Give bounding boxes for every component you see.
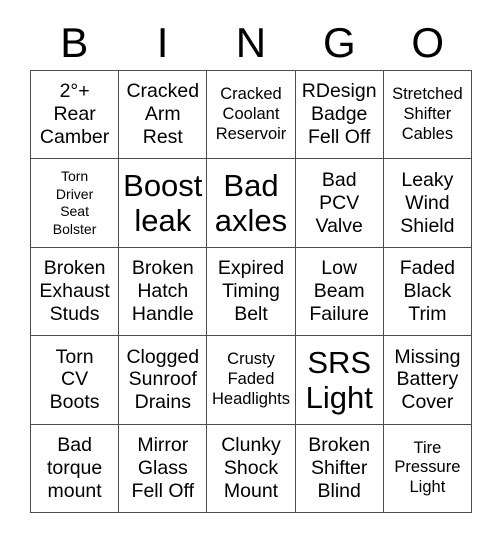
bingo-cell-b5[interactable]: Bad torque mount: [31, 424, 120, 513]
bingo-cell-label: RDesign Badge Fell Off: [301, 80, 377, 149]
header-letter-g: G: [323, 19, 356, 66]
bingo-cell-g2[interactable]: Bad PCV Valve: [295, 159, 384, 248]
bingo-cell-label: Boost leak: [123, 168, 203, 239]
bingo-cell-label: Broken Shifter Blind: [308, 434, 371, 502]
bingo-cell-n2[interactable]: Bad axles: [207, 159, 296, 248]
bingo-cell-o4[interactable]: Missing Battery Cover: [383, 336, 472, 425]
bingo-cell-b4[interactable]: Torn CV Boots: [31, 336, 120, 425]
bingo-cell-label: Bad axles: [214, 168, 288, 239]
bingo-cell-label: Broken Exhaust Studs: [39, 257, 110, 325]
bingo-cell-i2[interactable]: Boost leak: [119, 159, 208, 248]
bingo-cell-n5[interactable]: Clunky Shock Mount: [207, 424, 296, 513]
bingo-cell-label: Torn CV Boots: [49, 345, 100, 414]
bingo-cell-label: Leaky Wind Shield: [400, 168, 455, 237]
bingo-grid: 2°+ Rear Camber Cracked Arm Rest Cracked…: [30, 70, 472, 513]
bingo-cell-n1[interactable]: Cracked Coolant Reservoir: [207, 71, 296, 160]
header-letter-n: N: [235, 19, 267, 66]
bingo-cell-b3[interactable]: Broken Exhaust Studs: [31, 247, 120, 337]
bingo-header: B I N G O: [30, 16, 472, 70]
bingo-cell-g3[interactable]: Low Beam Failure: [295, 247, 384, 337]
bingo-cell-n4[interactable]: Crusty Faded Headlights: [207, 336, 296, 425]
bingo-cell-label: Low Beam Failure: [309, 257, 369, 325]
bingo-cell-b2[interactable]: Torn Driver Seat Bolster: [31, 159, 120, 248]
bingo-card: B I N G O 2°+ Rear Camber Cracked Arm Re…: [0, 0, 500, 544]
bingo-cell-n3[interactable]: Expired Timing Belt: [207, 247, 296, 337]
bingo-cell-label: Cracked Arm Rest: [126, 80, 200, 149]
bingo-cell-i1[interactable]: Cracked Arm Rest: [119, 71, 208, 160]
bingo-cell-label: Broken Hatch Handle: [131, 257, 194, 325]
bingo-cell-o3[interactable]: Faded Black Trim: [383, 247, 472, 337]
bingo-cell-i3[interactable]: Broken Hatch Handle: [119, 247, 208, 337]
bingo-cell-g1[interactable]: RDesign Badge Fell Off: [295, 71, 384, 160]
bingo-cell-label: Clunky Shock Mount: [221, 434, 281, 502]
bingo-cell-b1[interactable]: 2°+ Rear Camber: [31, 71, 120, 160]
bingo-cell-i5[interactable]: Mirror Glass Fell Off: [119, 424, 208, 513]
bingo-cell-label: Clogged Sunroof Drains: [126, 345, 200, 414]
bingo-cell-label: Bad PCV Valve: [315, 168, 363, 237]
bingo-cell-label: Stretched Shifter Cables: [392, 85, 463, 143]
bingo-cell-o2[interactable]: Leaky Wind Shield: [383, 159, 472, 248]
bingo-cell-label: Crusty Faded Headlights: [212, 350, 290, 408]
bingo-cell-g4[interactable]: SRS Light: [295, 336, 384, 425]
header-letter-o: O: [411, 19, 445, 66]
bingo-cell-o1[interactable]: Stretched Shifter Cables: [383, 71, 472, 160]
bingo-cell-label: Mirror Glass Fell Off: [131, 434, 195, 502]
bingo-cell-label: 2°+ Rear Camber: [39, 80, 110, 149]
bingo-cell-label: Torn Driver Seat Bolster: [52, 168, 97, 237]
bingo-cell-label: Faded Black Trim: [399, 257, 456, 325]
header-letter-i: I: [156, 19, 169, 66]
bingo-cell-o5[interactable]: Tire Pressure Light: [383, 424, 472, 513]
bingo-cell-label: SRS Light: [305, 344, 373, 415]
bingo-cell-i4[interactable]: Clogged Sunroof Drains: [119, 336, 208, 425]
bingo-cell-label: Expired Timing Belt: [217, 257, 285, 325]
bingo-cell-g5[interactable]: Broken Shifter Blind: [295, 424, 384, 513]
bingo-cell-label: Missing Battery Cover: [394, 345, 461, 414]
header-letter-b: B: [60, 19, 89, 66]
bingo-cell-label: Bad torque mount: [46, 434, 103, 502]
bingo-cell-label: Cracked Coolant Reservoir: [215, 85, 287, 143]
bingo-cell-label: Tire Pressure Light: [394, 438, 461, 497]
